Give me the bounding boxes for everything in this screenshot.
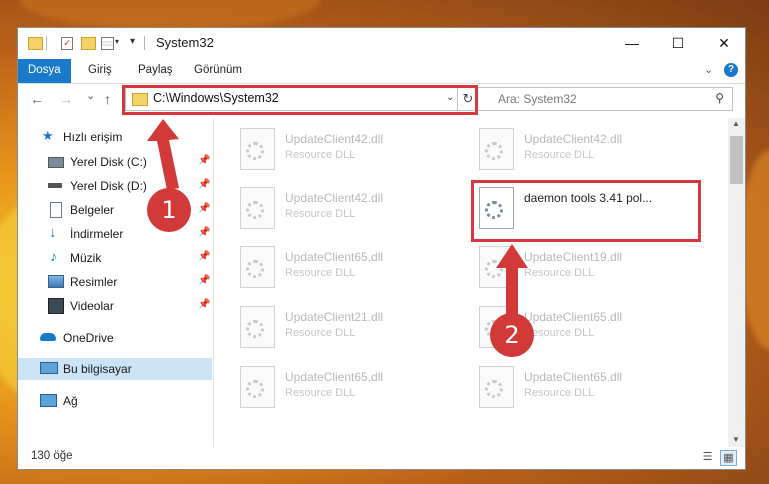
step-badge-1: 1 [147, 188, 191, 232]
step-badge-2: 2 [490, 313, 534, 357]
arrow-up-icon [147, 119, 179, 190]
annotation-arrows [147, 119, 528, 318]
arrow-up-icon [496, 244, 528, 318]
